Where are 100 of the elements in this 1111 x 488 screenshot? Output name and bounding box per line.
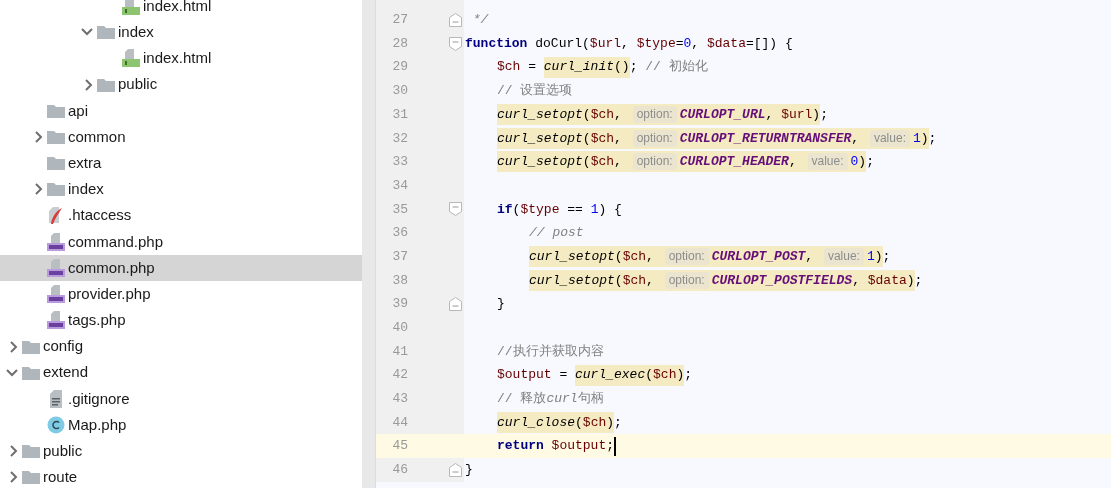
tree-item-label: public (43, 441, 83, 462)
line-number: 36 (391, 224, 408, 243)
code-line: // 设置选项 (497, 82, 573, 101)
chevron-down-icon[interactable] (6, 368, 18, 377)
tree-item-label: .htaccess (68, 205, 132, 226)
folder-icon (22, 365, 40, 380)
scrollbar-track[interactable] (362, 0, 375, 488)
code-line: // 释放curl句柄 (497, 390, 604, 409)
tree-item[interactable]: common.php (0, 254, 362, 282)
tree-item-label: route (43, 467, 78, 488)
folder-icon (47, 103, 65, 118)
folder-icon (22, 444, 40, 459)
tree-item-label: config (43, 336, 84, 357)
tree-item-label: command.php (68, 231, 164, 252)
tree-item[interactable]: route (0, 464, 362, 488)
tree-item-label: extend (43, 362, 89, 383)
tree-item-label: tags.php (68, 310, 126, 331)
chevron-right-icon[interactable] (10, 471, 18, 484)
line-number: 31 (391, 105, 408, 124)
code-line: if($type == 1) { (497, 200, 622, 219)
line-number: 42 (391, 366, 408, 385)
chevron-right-icon[interactable] (35, 131, 43, 144)
tree-item[interactable]: index.html (0, 0, 362, 20)
code-line: } (497, 295, 505, 314)
folder-icon (47, 182, 65, 197)
chevron-right-icon[interactable] (85, 78, 93, 91)
code-line: return $output; (497, 437, 615, 456)
code-line: } (465, 461, 473, 480)
chevron-right-icon[interactable] (10, 445, 18, 458)
tree-item[interactable]: extend (0, 359, 362, 386)
code-line: curl_close($ch); (497, 412, 622, 434)
code-line: //执行并获取内容 (497, 342, 604, 361)
code-line: */ (471, 11, 489, 30)
text-cursor (614, 436, 617, 456)
tree-item-label: provider.php (68, 283, 151, 304)
tree-item[interactable]: index.html (0, 45, 362, 72)
line-number: 37 (391, 247, 408, 266)
line-number: 28 (391, 34, 408, 53)
code-line: $ch = curl_init(); // 初始化 (497, 56, 708, 78)
code-line: curl_setopt($ch, option: CURLOPT_URL, $url); (497, 104, 828, 126)
tree-item-label: common.php (68, 257, 155, 278)
code-line: function doCurl($url, $type=0, $data=[]) { (465, 34, 793, 53)
tree-item[interactable]: index (0, 19, 362, 46)
line-number: 38 (391, 271, 408, 290)
tree-item-label: public (118, 74, 158, 95)
code-line: curl_setopt($ch, option: CURLOPT_POSTFIELDS, $data); (529, 269, 923, 291)
tree-item-label: extra (68, 152, 102, 173)
tree-item-label: index (118, 22, 154, 43)
line-number: 30 (391, 82, 408, 101)
folder-icon (97, 25, 115, 40)
php-file-icon (47, 258, 65, 277)
chevron-down-icon[interactable] (81, 28, 93, 37)
line-number: 29 (391, 58, 408, 77)
tree-item[interactable]: public (0, 438, 362, 465)
tree-item[interactable]: tags.php (0, 307, 362, 334)
chevron-right-icon[interactable] (10, 340, 18, 353)
tree-item[interactable]: public (0, 71, 362, 98)
html-file-icon (122, 0, 140, 16)
tree-item-label: Map.php (68, 414, 127, 435)
line-number: 40 (391, 319, 408, 338)
line-number: 34 (391, 176, 408, 195)
tree-item[interactable]: Map.php (0, 412, 362, 439)
tree-item[interactable]: common (0, 123, 362, 151)
tree-item-label: index.html (143, 48, 212, 69)
folder-icon (22, 470, 40, 485)
tree-item-label: index (68, 179, 104, 200)
code-line: // post (529, 224, 584, 243)
folder-icon (97, 77, 115, 92)
tree-item[interactable]: extra (0, 150, 362, 177)
php-file-icon (47, 232, 65, 251)
code-line: curl_setopt($ch, option: CURLOPT_HEADER, value: 0); (497, 151, 874, 173)
tree-item[interactable]: provider.php (0, 281, 362, 308)
tree-item[interactable]: .htaccess (0, 202, 362, 229)
tree-item[interactable]: index (0, 176, 362, 203)
php-file-icon (47, 285, 65, 304)
tree-item-label: common (68, 126, 126, 147)
code-line: curl_setopt($ch, option: CURLOPT_RETURNTRANSFER, value: 1); (497, 127, 937, 149)
line-number: 32 (391, 129, 408, 148)
folder-icon (22, 339, 40, 354)
feather-icon (48, 206, 64, 225)
html-file-icon (122, 49, 140, 68)
line-number: 35 (391, 200, 408, 219)
tree-item-label: index.html (143, 0, 212, 16)
folder-icon (47, 156, 65, 171)
tree-item[interactable]: config (0, 333, 362, 360)
folder-icon (47, 130, 65, 145)
tree-item[interactable]: command.php (0, 228, 362, 255)
line-number: 39 (391, 295, 408, 314)
code-line: curl_setopt($ch, option: CURLOPT_POST, value: 1); (529, 246, 891, 268)
class-icon (47, 416, 65, 435)
line-number: 46 (391, 461, 408, 480)
line-number: 41 (391, 342, 408, 361)
chevron-right-icon[interactable] (35, 183, 43, 196)
line-number: 44 (391, 413, 408, 432)
tree-item-label: .gitignore (68, 388, 130, 409)
line-number: 45 (391, 437, 408, 456)
tree-item[interactable]: api (0, 97, 362, 124)
php-file-icon (47, 311, 65, 330)
line-number: 43 (391, 390, 408, 409)
tree-item[interactable]: .gitignore (0, 385, 362, 412)
